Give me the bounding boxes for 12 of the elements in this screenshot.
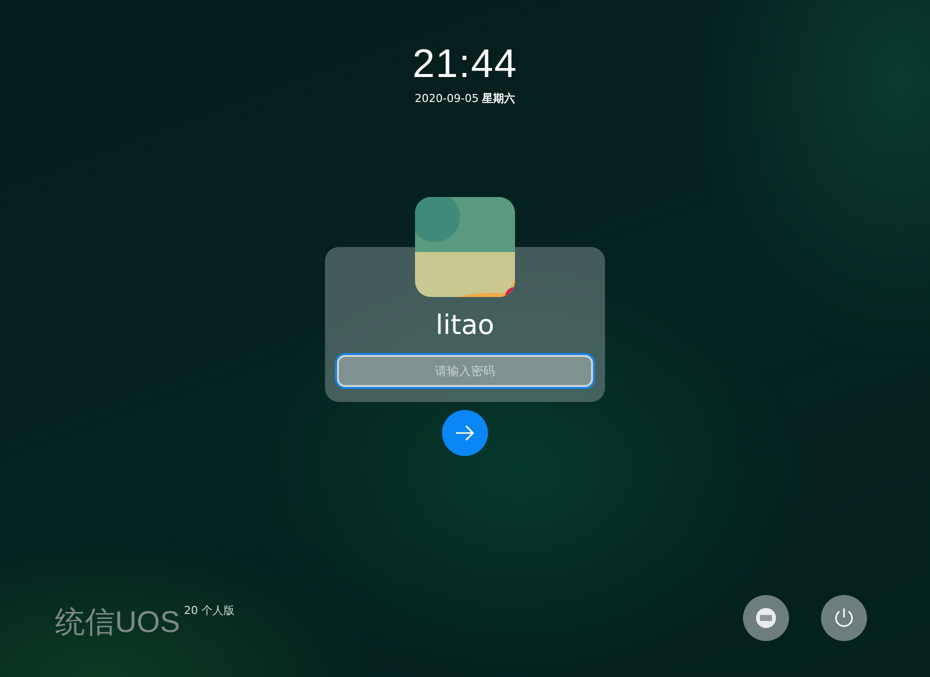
clock-time: 21:44 [412,41,518,88]
power-icon [833,607,855,629]
username: litao [436,309,494,343]
keyboard-icon [756,608,776,628]
clock-date: 2020-09-05 星期六 [414,92,516,106]
keyboard-button[interactable] [743,595,789,641]
arrow-icon [455,425,475,441]
password-field[interactable]: 请输入密码 [337,355,593,387]
edition-label: 20 个人版 [184,603,235,618]
power-button[interactable] [821,595,867,641]
login-button[interactable] [442,410,488,456]
logo: 统信UOS [55,605,180,641]
